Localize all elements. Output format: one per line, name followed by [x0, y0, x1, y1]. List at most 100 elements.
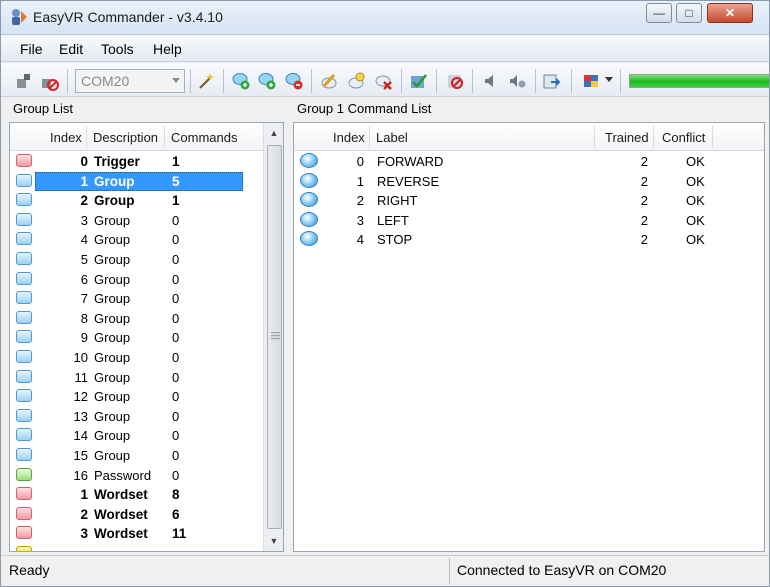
group-commands: 1: [172, 154, 180, 169]
group-commands: 0: [172, 310, 180, 326]
group-row[interactable]: [10, 544, 263, 551]
group-row[interactable]: 10 Group 0: [10, 348, 263, 367]
export-icon[interactable]: [542, 71, 562, 91]
remove-command-icon[interactable]: [284, 71, 304, 91]
menu-help[interactable]: Help: [153, 41, 182, 57]
column-header-index[interactable]: Index: [333, 130, 365, 145]
group-commands: 1: [172, 193, 180, 209]
train-command-icon[interactable]: [346, 71, 366, 91]
group-description: Group: [94, 310, 131, 326]
group-description: Group: [94, 389, 131, 405]
group-row[interactable]: 3 Wordset 11: [10, 524, 263, 543]
command-trained: 2: [640, 193, 648, 209]
group-index: 6: [80, 271, 88, 287]
group-row[interactable]: 0 Trigger 1: [10, 152, 263, 171]
group-row[interactable]: 1 Wordset 8: [10, 485, 263, 504]
command-row[interactable]: 0 FORWARD 2 OK: [294, 152, 764, 171]
speech-bubble-icon: [300, 211, 318, 227]
header-divider: [594, 126, 595, 148]
group-row[interactable]: 11 Group 0: [10, 368, 263, 387]
group-row[interactable]: 4 Group 0: [10, 230, 263, 249]
chevron-down-icon: [172, 78, 180, 83]
command-row[interactable]: 3 LEFT 2 OK: [294, 211, 764, 230]
add-command-icon[interactable]: [231, 71, 251, 91]
toolbar-separator: [436, 69, 437, 93]
group-row[interactable]: 3 Group 0: [10, 211, 263, 230]
wand-icon[interactable]: [196, 71, 216, 91]
group-row[interactable]: 12 Group 0: [10, 387, 263, 406]
connection-progress-bar: [629, 74, 769, 88]
column-header-description[interactable]: Description: [93, 130, 158, 145]
language-icon[interactable]: [582, 71, 602, 91]
group-row[interactable]: 2 Group 1: [10, 191, 263, 210]
group-row[interactable]: 16 Password 0: [10, 466, 263, 485]
group-row[interactable]: 8 Group 0: [10, 309, 263, 328]
speech-bubble-icon: [300, 153, 318, 168]
group-commands: 0: [172, 330, 180, 346]
group-description: Group: [94, 369, 131, 385]
column-header-commands[interactable]: Commands: [171, 130, 237, 145]
command-list[interactable]: Index Label Trained Conflict 0 FORWARD 2 OK…: [293, 122, 765, 552]
group-list-scrollbar[interactable]: ▲ ― ― ― ▼: [263, 123, 283, 551]
edit-command-icon[interactable]: [319, 71, 339, 91]
stop-icon[interactable]: [445, 71, 465, 91]
group-description: Group: [94, 291, 131, 307]
group-row[interactable]: 9 Group 0: [10, 328, 263, 347]
window-title: EasyVR Commander - v3.4.10: [33, 9, 223, 25]
status-divider: [449, 558, 450, 584]
group-index: 8: [80, 310, 88, 326]
group-commands: 0: [172, 428, 180, 444]
maximize-button[interactable]: □: [676, 3, 702, 23]
minimize-button[interactable]: —: [646, 3, 672, 23]
group-description: Group: [94, 330, 131, 346]
command-label: RIGHT: [377, 193, 418, 209]
column-header-trained[interactable]: Trained: [605, 130, 649, 145]
close-button[interactable]: ✕: [707, 3, 753, 23]
group-row[interactable]: 6 Group 0: [10, 270, 263, 289]
menu-file[interactable]: File: [20, 41, 43, 57]
scrollbar-thumb[interactable]: ― ― ―: [267, 145, 282, 529]
verify-icon[interactable]: [408, 71, 428, 91]
command-row[interactable]: 1 REVERSE 2 OK: [294, 172, 764, 191]
sound-settings-icon[interactable]: [507, 71, 527, 91]
chevron-down-icon: ▼: [269, 536, 279, 546]
menu-edit[interactable]: Edit: [59, 41, 83, 57]
command-row[interactable]: 4 STOP 2 OK: [294, 230, 764, 249]
erase-training-icon[interactable]: [373, 71, 393, 91]
menu-tools[interactable]: Tools: [101, 41, 134, 57]
group-row[interactable]: 14 Group 0: [10, 426, 263, 445]
column-header-label[interactable]: Label: [376, 130, 408, 145]
connect-icon[interactable]: [14, 71, 34, 91]
speaker-icon[interactable]: [481, 71, 501, 91]
chevron-down-icon[interactable]: [605, 77, 613, 82]
scroll-up-button[interactable]: ▲: [265, 124, 283, 142]
close-icon: ✕: [724, 6, 736, 20]
insert-command-icon[interactable]: [257, 71, 277, 91]
blue-speech-bubble-icon: [16, 448, 32, 461]
group-list[interactable]: Index Description Commands 0 Trigger 1 1 Gro…: [9, 122, 284, 552]
command-row[interactable]: 2 RIGHT 2 OK: [294, 191, 764, 210]
column-header-index[interactable]: Index: [50, 130, 82, 145]
header-divider: [164, 126, 165, 148]
command-trained: 2: [640, 173, 648, 189]
command-list-label: Group 1 Command List: [297, 101, 432, 116]
group-row[interactable]: 13 Group 0: [10, 407, 263, 426]
command-label: STOP: [377, 232, 413, 248]
group-row[interactable]: 15 Group 0: [10, 446, 263, 465]
app-window: EasyVR Commander - v3.4.10 — □ ✕ File Ed…: [0, 0, 770, 587]
group-row[interactable]: 7 Group 0: [10, 289, 263, 308]
grip-icon: ― ― ―: [271, 327, 280, 343]
column-header-conflict[interactable]: Conflict: [662, 130, 705, 145]
speech-bubble-icon: [300, 172, 318, 188]
group-row[interactable]: 5 Group 0: [10, 250, 263, 269]
scroll-down-button[interactable]: ▼: [265, 532, 283, 550]
port-select[interactable]: COM20: [75, 69, 185, 93]
group-row[interactable]: 2 Wordset 6: [10, 505, 263, 524]
green-speech-bubble-icon: [16, 467, 32, 481]
blue-speech-bubble-icon: [16, 291, 32, 305]
group-index: 16: [73, 467, 88, 483]
group-commands: 0: [172, 408, 180, 424]
group-row[interactable]: 1 Group 5: [10, 171, 263, 191]
disconnect-icon[interactable]: [39, 71, 59, 91]
command-trained: 2: [640, 154, 648, 169]
